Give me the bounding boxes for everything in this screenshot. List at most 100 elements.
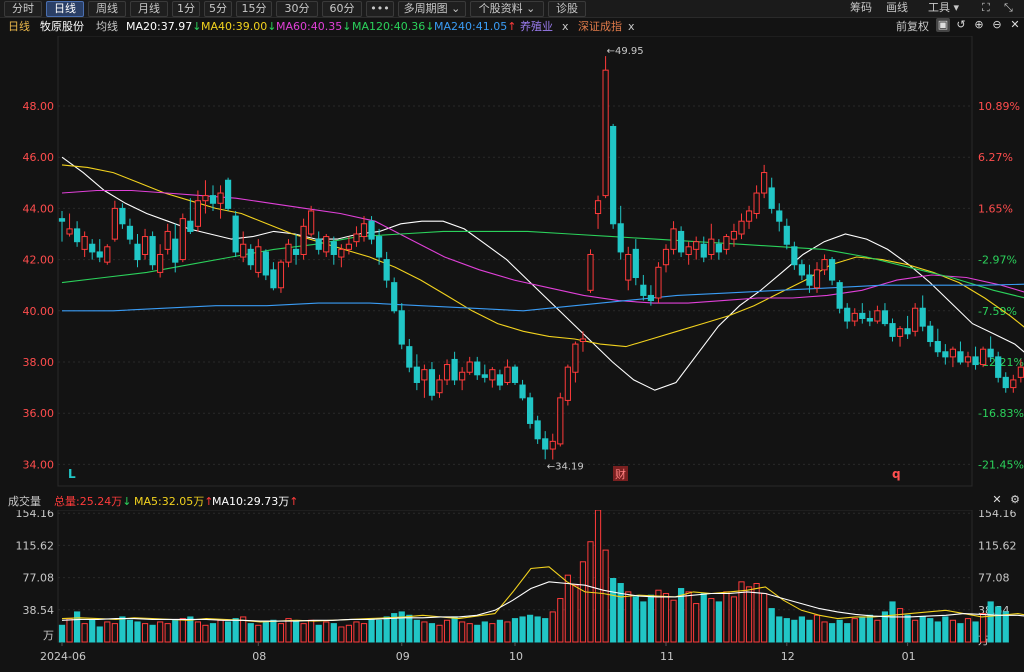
volume-bar (285, 618, 292, 643)
period-tab-60min[interactable]: 60分 (322, 1, 362, 17)
period-tab-15min[interactable]: 15分 (236, 1, 272, 17)
percent-tick-label: -2.97% (978, 254, 1017, 267)
volume-bar (104, 621, 111, 643)
candle-body (368, 220, 375, 240)
volume-bar (202, 624, 209, 643)
volume-tick-label: 77.08 (23, 572, 55, 585)
volume-title[interactable]: 成交量 (8, 493, 41, 510)
volume-bar (489, 623, 496, 643)
stock-profile-button[interactable]: 个股资料 ⌄ (470, 1, 544, 17)
candle-body (655, 266, 662, 299)
volume-bar (912, 619, 919, 643)
candle-body (149, 236, 156, 266)
candle-body (980, 348, 987, 366)
index-tag[interactable]: 深证成指 (578, 18, 622, 36)
lock-icon[interactable]: ▣ (936, 18, 950, 32)
candle-body (187, 220, 194, 232)
candle-body (768, 187, 775, 209)
period-tab-weekly[interactable]: 周线 (88, 1, 126, 17)
zoom-in-icon[interactable]: ⊕ (972, 18, 986, 32)
adjust-mode-button[interactable]: 前复权 (896, 18, 929, 36)
date-axis: 2024-06 08 09 10 11 12 01 (40, 642, 916, 663)
price-tick-label: 34.00 (23, 458, 55, 471)
candle-body (889, 323, 896, 337)
candle-body (111, 207, 118, 240)
volume-tick-label: 115.62 (16, 539, 55, 552)
candle-body (519, 384, 526, 399)
more-periods-button[interactable]: ••• (366, 1, 394, 17)
candle-body (874, 310, 881, 322)
volume-bar (368, 618, 375, 643)
volume-bar (383, 616, 390, 643)
candle-body (881, 310, 889, 325)
fullscreen-icon[interactable]: ⛶ (982, 1, 990, 15)
marker-l[interactable]: L (68, 467, 76, 481)
volume-grid (58, 512, 972, 611)
candle-body (791, 246, 798, 266)
sector-tag-close-icon[interactable]: x (562, 18, 569, 36)
candle-body (949, 348, 956, 358)
volume-chart[interactable]: 154.16 154.16115.62 115.6277.08 77.0838.54 3… (0, 510, 1024, 672)
candle-body (172, 238, 179, 263)
volume-bar (277, 623, 285, 643)
candle-body (217, 192, 224, 204)
period-tab-5min[interactable]: 5分 (204, 1, 232, 17)
volume-bar (640, 601, 647, 643)
candle-body (202, 195, 209, 202)
ma-indicator-label[interactable]: 均线 (96, 18, 118, 36)
candle-body (783, 225, 790, 245)
candle-body (813, 269, 821, 289)
draw-line-button[interactable]: 画线 (886, 1, 908, 15)
chip-distribution-button[interactable]: 筹码 (850, 1, 872, 15)
candle-body (74, 228, 81, 243)
marker-q[interactable]: q (892, 467, 901, 481)
volume-bar (949, 619, 956, 643)
volume-tick-label: 154.16 (16, 510, 55, 520)
period-tab-monthly[interactable]: 月线 (130, 1, 168, 17)
period-tab-intraday[interactable]: 分时 (4, 1, 42, 17)
ma40-value: MA40:39.00↓ (201, 20, 277, 33)
candle-body (119, 207, 126, 225)
total-volume-value: 总量:25.24万↓ (54, 495, 132, 508)
candle-body (474, 361, 481, 376)
candle-body (511, 366, 519, 383)
volume-bar (134, 621, 141, 643)
multi-period-chart-button[interactable]: 多周期图 ⌄ (398, 1, 466, 17)
candle-body (798, 264, 805, 276)
stock-name[interactable]: 牧原股份 (40, 18, 84, 36)
price-tick-label: 46.00 (23, 151, 55, 164)
date-label: 09 (396, 650, 410, 663)
period-tab-30min[interactable]: 30分 (276, 1, 318, 17)
zoom-out-icon[interactable]: ⊖ (990, 18, 1004, 32)
volume-bar (466, 623, 473, 643)
index-tag-close-icon[interactable]: x (628, 18, 635, 36)
earnings-marker[interactable]: 财 (615, 467, 626, 481)
tools-menu-button[interactable]: 工具 ▾ (928, 1, 959, 15)
price-tick-label: 48.00 (23, 100, 55, 113)
volume-bar (308, 619, 315, 643)
volume-bar (776, 616, 783, 643)
close-panel-icon[interactable]: ✕ (1008, 18, 1022, 32)
period-tab-1min[interactable]: 1分 (172, 1, 200, 17)
collapse-icon[interactable]: ⤡ (1004, 1, 1013, 15)
candle-body (398, 310, 405, 345)
settings-icon[interactable]: ⚙ (1008, 493, 1022, 507)
candle-body (1010, 379, 1017, 389)
reset-icon[interactable]: ↺ (954, 18, 968, 32)
candle-body (179, 218, 186, 261)
sector-tag[interactable]: 养殖业 (520, 18, 553, 36)
candle-body (489, 369, 496, 381)
close-volume-icon[interactable]: ✕ (990, 493, 1004, 507)
volume-bar (141, 623, 149, 643)
volume-bar (889, 601, 896, 643)
period-tab-daily[interactable]: 日线 (46, 1, 84, 17)
volume-bar (111, 623, 118, 643)
diagnose-stock-button[interactable]: 诊股 (548, 1, 586, 17)
candle-body (353, 233, 360, 243)
volume-bar (730, 596, 738, 643)
volume-bar (625, 591, 632, 643)
volume-bar (262, 621, 269, 643)
candle-body (617, 223, 624, 253)
volume-bar (270, 619, 277, 643)
price-chart[interactable]: 48.00 46.00 44.00 42.00 40.00 38.00 36.00 34.00… (0, 36, 1024, 488)
